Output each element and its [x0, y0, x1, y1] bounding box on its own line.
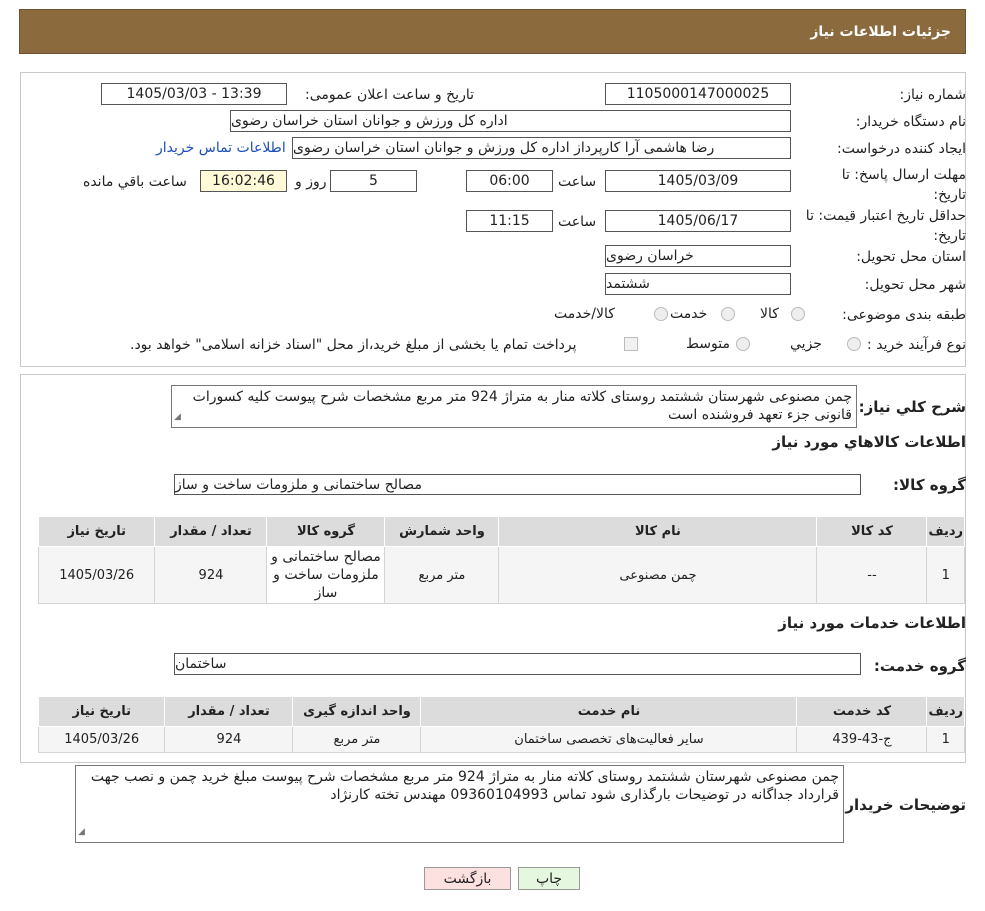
services-cell-row: 1	[926, 726, 965, 753]
buyer-notes-label: توضیحات خریدار:	[839, 796, 966, 814]
deadline-time-label: ساعت	[558, 174, 597, 190]
goods-col-qty: تعداد / مقدار	[154, 516, 268, 547]
category-goods-service-radio[interactable]	[654, 307, 668, 321]
services-section-title: اطلاعات خدمات مورد نیاز	[778, 614, 966, 632]
goods-col-row: ردیف	[926, 516, 965, 547]
print-button[interactable]: چاپ	[518, 867, 580, 890]
goods-section-title: اطلاعات كالاهاي مورد نياز	[772, 433, 966, 451]
treasury-checkbox[interactable]	[624, 337, 638, 351]
resize-grip-icon: ◢	[78, 827, 85, 837]
summary-label: شرح كلي نياز:	[858, 398, 966, 416]
services-table: ردیف کد خدمت نام خدمت واحد اندازه گیری ت…	[37, 696, 965, 753]
summary-text: چمن مصنوعی شهرستان ششتمد روستای کلاته من…	[192, 389, 852, 423]
process-medium-radio[interactable]	[736, 337, 750, 351]
services-cell-unit: متر مربع	[292, 726, 422, 753]
services-cell-qty: 924	[164, 726, 294, 753]
process-minor-radio[interactable]	[847, 337, 861, 351]
category-service-label: خدمت	[670, 306, 708, 322]
announce-datetime-field: 1405/03/03 - 13:39	[101, 83, 287, 105]
resize-grip-icon: ◢	[174, 412, 181, 422]
category-goods-label: کالا	[760, 306, 779, 322]
remaining-time-field: 16:02:46	[200, 170, 287, 192]
services-col-unit: واحد اندازه گیری	[292, 696, 422, 727]
validity-time-field: 11:15	[466, 210, 553, 232]
table-row: 1 -- چمن مصنوعی متر مربع مصالح ساختمانی …	[37, 546, 965, 604]
page-title: جزئیات اطلاعات نیاز	[810, 23, 951, 40]
announce-label: تاریخ و ساعت اعلان عمومی:	[305, 87, 474, 103]
need-number-field: 1105000147000025	[605, 83, 791, 105]
category-goods-service-label: کالا/خدمت	[554, 306, 615, 322]
goods-cell-code: --	[816, 546, 928, 604]
goods-table-wrap: ردیف کد کالا نام کالا واحد شمارش گروه کا…	[37, 516, 965, 604]
page-header: جزئیات اطلاعات نیاز	[19, 9, 966, 54]
goods-col-group: گروه کالا	[266, 516, 386, 547]
province-field: خراسان رضوی	[605, 245, 791, 267]
category-goods-radio[interactable]	[791, 307, 805, 321]
services-group-field: ساختمان	[174, 653, 861, 675]
services-col-row: ردیف	[926, 696, 965, 727]
goods-cell-date: 1405/03/26	[37, 546, 156, 604]
goods-group-label: گروه کالا:	[893, 476, 966, 494]
process-minor-label: جزیي	[790, 336, 822, 352]
validity-time-label: ساعت	[558, 214, 597, 230]
goods-cell-unit: متر مربع	[384, 546, 500, 604]
process-medium-label: متوسط	[686, 336, 730, 352]
services-col-date: تاریخ نیاز	[37, 696, 166, 727]
days-label: روز و	[295, 174, 327, 190]
goods-col-date: تاریخ نیاز	[37, 516, 156, 547]
buyer-notes-text: چمن مصنوعی شهرستان ششتمد روستای کلاته من…	[90, 769, 839, 803]
need-number-label: شماره نیاز:	[899, 87, 967, 103]
buyer-org-label: نام دستگاه خریدار:	[855, 114, 966, 130]
city-field: ششتمد	[605, 273, 791, 295]
services-col-name: نام خدمت	[420, 696, 798, 727]
buyer-contact-link[interactable]: اطلاعات تماس خریدار	[156, 140, 286, 156]
goods-col-unit: واحد شمارش	[384, 516, 500, 547]
summary-textarea[interactable]: چمن مصنوعی شهرستان ششتمد روستای کلاته من…	[171, 385, 857, 428]
services-group-label: گروه خدمت:	[873, 657, 966, 675]
goods-group-field: مصالح ساختمانی و ملزومات ساخت و ساز	[174, 474, 861, 495]
goods-cell-row: 1	[926, 546, 965, 604]
goods-cell-name: چمن مصنوعی	[498, 546, 818, 604]
goods-cell-group: مصالح ساختمانی و ملزومات ساخت و ساز	[266, 546, 386, 604]
back-button[interactable]: بازگشت	[424, 867, 511, 890]
process-note: پرداخت تمام یا بخشی از مبلغ خرید،از محل …	[130, 337, 577, 353]
goods-cell-qty: 924	[154, 546, 268, 604]
category-service-radio[interactable]	[721, 307, 735, 321]
services-table-wrap: ردیف کد خدمت نام خدمت واحد اندازه گیری ت…	[37, 696, 965, 753]
table-row: 1 ج-43-439 سایر فعالیت‌های تخصصی ساختمان…	[37, 726, 965, 753]
province-label: استان محل تحویل:	[856, 249, 966, 265]
services-col-qty: تعداد / مقدار	[164, 696, 294, 727]
services-cell-date: 1405/03/26	[37, 726, 166, 753]
remaining-label: ساعت باقي مانده	[83, 174, 187, 190]
goods-table: ردیف کد کالا نام کالا واحد شمارش گروه کا…	[37, 516, 965, 604]
process-label: نوع فرآیند خرید :	[867, 337, 966, 353]
deadline-date-field: 1405/03/09	[605, 170, 791, 192]
requester-field: رضا هاشمی آرا کارپرداز اداره کل ورزش و ج…	[292, 137, 791, 159]
city-label: شهر محل تحویل:	[864, 277, 966, 293]
goods-col-name: نام کالا	[498, 516, 818, 547]
requester-label: ایجاد کننده درخواست:	[837, 141, 966, 157]
validity-label: حداقل تاریخ اعتبار قیمت: تا تاریخ:	[805, 208, 966, 244]
buyer-notes-textarea[interactable]: چمن مصنوعی شهرستان ششتمد روستای کلاته من…	[75, 765, 844, 843]
services-col-code: کد خدمت	[796, 696, 928, 727]
buyer-org-field: اداره کل ورزش و جوانان استان خراسان رضوی	[230, 110, 791, 132]
services-cell-name: سایر فعالیت‌های تخصصی ساختمان	[420, 726, 798, 753]
deadline-label: مهلت ارسال پاسخ: تا تاریخ:	[841, 167, 966, 203]
deadline-time-field: 06:00	[466, 170, 553, 192]
goods-col-code: کد کالا	[816, 516, 928, 547]
category-label: طبقه بندی موضوعی:	[842, 307, 966, 323]
days-field: 5	[330, 170, 417, 192]
services-cell-code: ج-43-439	[796, 726, 928, 753]
validity-date-field: 1405/06/17	[605, 210, 791, 232]
